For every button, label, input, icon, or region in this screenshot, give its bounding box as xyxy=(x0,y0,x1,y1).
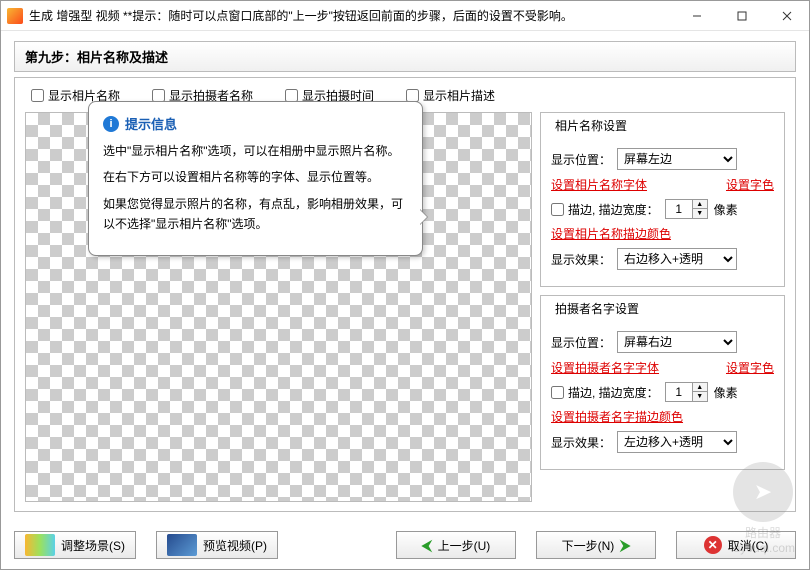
spinner-up[interactable]: ▲ xyxy=(693,200,707,209)
photo-name-settings-group: 相片名称设置 显示位置： 屏幕左边 设置相片名称字体 设置字色 描边, 描边宽度… xyxy=(540,112,785,287)
effect-label: 显示效果： xyxy=(551,434,611,451)
effect-select[interactable]: 左边移入+透明 xyxy=(617,431,737,453)
preview-area: i 提示信息 选中"显示相片名称"选项，可以在相册中显示照片名称。 在右下方可以… xyxy=(25,112,532,502)
video-icon xyxy=(167,534,197,556)
arrow-left-icon: ⮜ xyxy=(422,537,432,554)
position-label: 显示位置： xyxy=(551,334,611,351)
cancel-button[interactable]: ✕ 取消(C) xyxy=(676,531,796,559)
arrow-right-icon: ⮞ xyxy=(620,537,630,554)
group-title: 相片名称设置 xyxy=(551,117,631,134)
preview-video-button[interactable]: 预览视频(P) xyxy=(156,531,278,559)
group-title: 拍摄者名字设置 xyxy=(551,300,643,317)
minimize-button[interactable] xyxy=(674,1,719,30)
effect-label: 显示效果： xyxy=(551,251,611,268)
set-font-link[interactable]: 设置拍摄者名字字体 xyxy=(551,359,659,376)
info-icon: i xyxy=(103,116,119,132)
step-header: 第九步：相片名称及描述 xyxy=(14,41,796,72)
tooltip-balloon: i 提示信息 选中"显示相片名称"选项，可以在相册中显示照片名称。 在右下方可以… xyxy=(88,101,423,256)
unit-label: 像素 xyxy=(714,201,738,218)
photographer-settings-group: 拍摄者名字设置 显示位置： 屏幕右边 设置拍摄者名字字体 设置字色 描边, 描边… xyxy=(540,295,785,470)
cancel-icon: ✕ xyxy=(704,536,722,554)
tooltip-text: 在右下方可以设置相片名称等的字体、显示位置等。 xyxy=(103,167,408,187)
titlebar: 生成 增强型 视频 **提示：随时可以点窗口底部的"上一步"按钮返回前面的步骤，… xyxy=(1,1,809,31)
next-step-button[interactable]: 下一步(N) ⮞ xyxy=(536,531,656,559)
tooltip-text: 选中"显示相片名称"选项，可以在相册中显示照片名称。 xyxy=(103,141,408,161)
spinner-down[interactable]: ▼ xyxy=(693,209,707,218)
outline-color-link[interactable]: 设置拍摄者名字描边颜色 xyxy=(551,408,774,425)
prev-step-button[interactable]: ⮜ 上一步(U) xyxy=(396,531,516,559)
adjust-scene-button[interactable]: 调整场景(S) xyxy=(14,531,136,559)
set-color-link[interactable]: 设置字色 xyxy=(726,359,774,376)
app-window: 生成 增强型 视频 **提示：随时可以点窗口底部的"上一步"按钮返回前面的步骤，… xyxy=(0,0,810,570)
spinner-down[interactable]: ▼ xyxy=(693,392,707,401)
tooltip-text: 如果您觉得显示照片的名称，有点乱，影响相册效果，可以不选择"显示相片名称"选项。 xyxy=(103,194,408,235)
effect-select[interactable]: 右边移入+透明 xyxy=(617,248,737,270)
position-label: 显示位置： xyxy=(551,151,611,168)
outline-checkbox[interactable]: 描边, 描边宽度： xyxy=(551,384,659,401)
unit-label: 像素 xyxy=(714,384,738,401)
inner-panel: 显示相片名称 显示拍摄者名称 显示拍摄时间 显示相片描述 i 提示信息 选中"显… xyxy=(14,77,796,512)
footer: 调整场景(S) 预览视频(P) ⮜ 上一步(U) 下一步(N) ⮞ ✕ 取消(C… xyxy=(14,531,796,559)
outline-color-link[interactable]: 设置相片名称描边颜色 xyxy=(551,225,774,242)
close-button[interactable] xyxy=(764,1,809,30)
tooltip-title: 提示信息 xyxy=(125,114,177,133)
titlebar-text: 生成 增强型 视频 **提示：随时可以点窗口底部的"上一步"按钮返回前面的步骤，… xyxy=(29,7,674,24)
outline-checkbox[interactable]: 描边, 描边宽度： xyxy=(551,201,659,218)
set-color-link[interactable]: 设置字色 xyxy=(726,176,774,193)
outline-width-spinner[interactable]: ▲▼ xyxy=(665,199,708,219)
outline-width-spinner[interactable]: ▲▼ xyxy=(665,382,708,402)
position-select[interactable]: 屏幕左边 xyxy=(617,148,737,170)
spinner-up[interactable]: ▲ xyxy=(693,383,707,392)
app-icon xyxy=(7,8,23,24)
set-font-link[interactable]: 设置相片名称字体 xyxy=(551,176,647,193)
scene-icon xyxy=(25,534,55,556)
position-select[interactable]: 屏幕右边 xyxy=(617,331,737,353)
maximize-button[interactable] xyxy=(719,1,764,30)
